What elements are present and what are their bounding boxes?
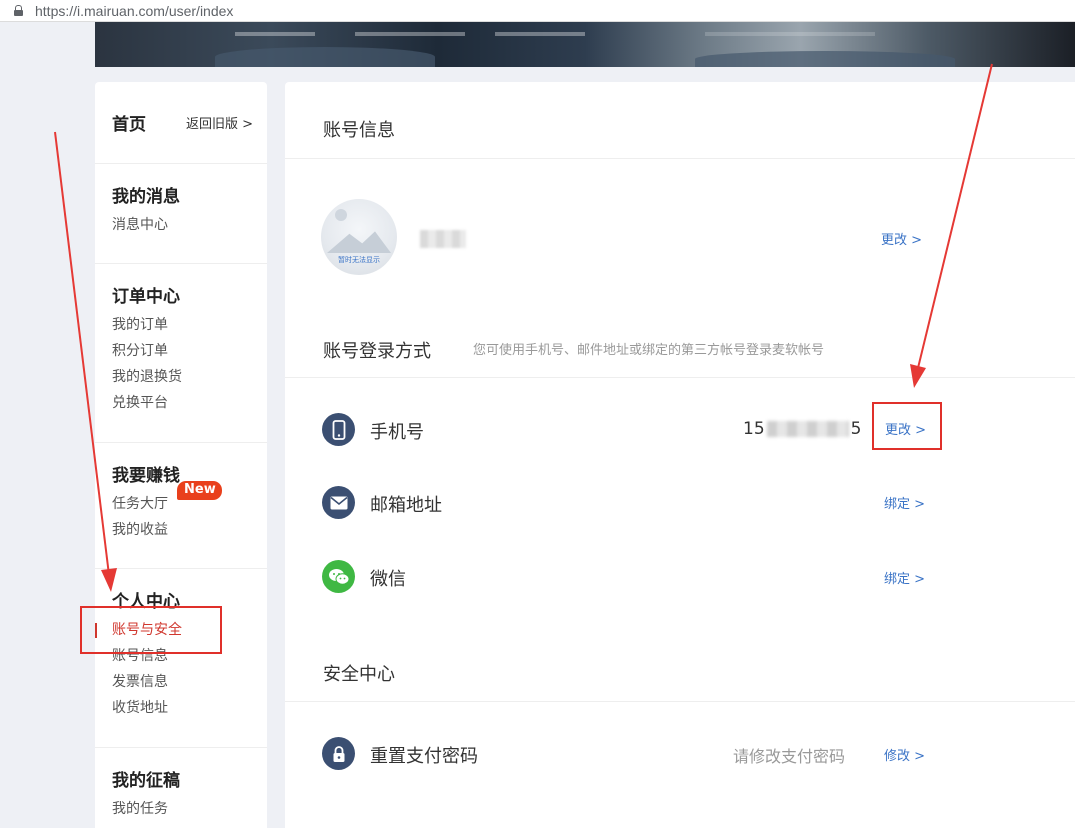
top-banner <box>95 22 1075 67</box>
modify-pay-password-link[interactable]: 修改 > <box>884 745 925 764</box>
phone-value-start: 15 <box>743 419 765 439</box>
email-label: 邮箱地址 <box>370 495 442 516</box>
sidebar-group-title: 订单中心 <box>112 287 180 307</box>
sidebar-item-exchange-platform[interactable]: 兑换平台 <box>112 390 267 416</box>
bind-wechat-link[interactable]: 绑定 > <box>884 568 925 587</box>
username-blurred <box>420 230 466 248</box>
account-info-header: 账号信息 <box>285 82 1075 159</box>
sidebar-group-title: 我的消息 <box>112 187 180 207</box>
phone-label: 手机号 <box>370 422 424 443</box>
bind-email-link[interactable]: 绑定 > <box>884 493 925 512</box>
security-header: 安全中心 <box>285 637 1075 702</box>
avatar-caption: 暂时无法显示 <box>338 256 380 264</box>
phone-icon <box>322 413 355 446</box>
sidebar-group-earn: 我要赚钱 任务大厅 New 我的收益 <box>95 443 267 569</box>
new-badge: New <box>177 481 222 500</box>
sidebar-item-task-hall[interactable]: 任务大厅 <box>112 496 168 512</box>
login-methods-header: 账号登录方式 您可使用手机号、邮件地址或绑定的第三方帐号登录麦软帐号 <box>285 322 1075 378</box>
change-avatar-link[interactable]: 更改 > <box>881 229 922 248</box>
sidebar-home-row: 首页 返回旧版 > <box>95 82 267 164</box>
account-info-title: 账号信息 <box>323 120 395 141</box>
lock-icon <box>322 737 355 770</box>
wechat-label: 微信 <box>370 569 406 590</box>
main-panel: 账号信息 暂时无法显示 更改 > 账号登录方式 您可使用手机号、邮件地址或绑定的… <box>285 82 1075 828</box>
sidebar-item-my-orders[interactable]: 我的订单 <box>112 312 267 338</box>
annotation-box-account-security <box>80 606 222 654</box>
sidebar-item-shipping-address[interactable]: 收货地址 <box>112 695 267 721</box>
login-methods-note: 您可使用手机号、邮件地址或绑定的第三方帐号登录麦软帐号 <box>473 343 825 358</box>
reset-pay-password-label: 重置支付密码 <box>370 746 478 767</box>
sidebar-home-title[interactable]: 首页 <box>112 110 146 135</box>
url-text[interactable]: https://i.mairuan.com/user/index <box>35 3 233 19</box>
mail-icon <box>322 486 355 519</box>
sidebar-item-invoice-info[interactable]: 发票信息 <box>112 669 267 695</box>
back-to-old-version-link[interactable]: 返回旧版 > <box>186 113 253 132</box>
sidebar-item-my-tasks[interactable]: 我的任务 <box>112 796 267 822</box>
address-bar[interactable]: https://i.mairuan.com/user/index <box>0 0 1075 22</box>
sidebar-item-task-hall-row[interactable]: 任务大厅 New <box>112 481 267 517</box>
sidebar-item-my-earnings[interactable]: 我的收益 <box>112 517 267 543</box>
pay-password-hint: 请修改支付密码 <box>733 747 846 766</box>
sidebar-group-personal: 个人中心 账号与安全 账号信息 发票信息 收货地址 <box>95 569 267 748</box>
sidebar-item-points-orders[interactable]: 积分订单 <box>112 338 267 364</box>
login-methods-title: 账号登录方式 <box>323 341 431 362</box>
sidebar-group-submissions: 我的征稿 我的任务 <box>95 748 267 828</box>
annotation-box-change-phone <box>872 402 942 450</box>
wechat-icon <box>322 560 355 593</box>
avatar[interactable]: 暂时无法显示 <box>321 199 397 275</box>
sidebar-group-title: 我的征稿 <box>112 771 180 791</box>
sidebar-group-messages: 我的消息 消息中心 <box>95 164 267 264</box>
phone-value: 15 5 <box>743 419 861 439</box>
phone-blur-mask <box>766 421 849 437</box>
security-title: 安全中心 <box>323 664 395 685</box>
phone-value-end: 5 <box>850 419 862 439</box>
lock-icon <box>14 5 23 16</box>
sidebar-item-message-center[interactable]: 消息中心 <box>112 212 267 238</box>
sidebar: 首页 返回旧版 > 我的消息 消息中心 订单中心 我的订单 积分订单 我的退换货… <box>95 82 267 828</box>
sidebar-item-returns[interactable]: 我的退换货 <box>112 364 267 390</box>
sidebar-group-orders: 订单中心 我的订单 积分订单 我的退换货 兑换平台 <box>95 264 267 443</box>
